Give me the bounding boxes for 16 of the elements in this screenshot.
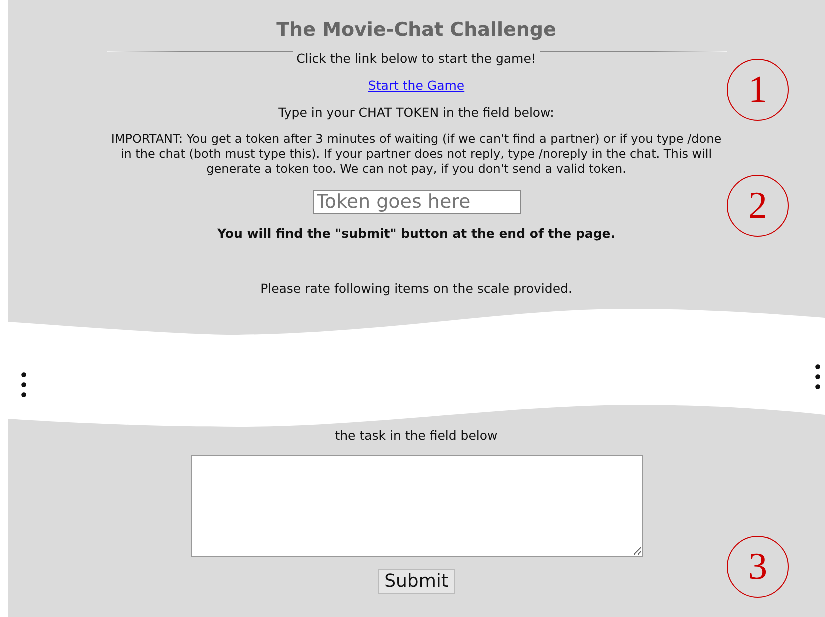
submit-button[interactable]: Submit (378, 569, 456, 594)
submit-note: You will find the "submit" button at the end of the page. (217, 226, 616, 241)
rating-instruction: Please rate following items on the scale provided. (260, 281, 572, 296)
important-notice: IMPORTANT: You get a token after 3 minutes of waiting (if we can't find a partner) or if you type /done in the chat (both must type this). If your partner does not reply, type /noreply in the chat. This will generate a token too. We can not pay, if you don't send a valid token. (110, 132, 723, 177)
feedback-text-area[interactable] (190, 455, 642, 557)
vertical-ellipsis-icon (815, 364, 821, 390)
intro-text: Click the link below to start the game! (296, 52, 536, 66)
feedback-instruction: the task in the field below (335, 428, 498, 443)
token-instruction: Type in your CHAT TOKEN in the field below: (278, 105, 554, 120)
vertical-ellipsis-icon (21, 372, 27, 398)
number-annotation: 2 (727, 175, 789, 237)
start-game-link[interactable]: Start the Game (368, 78, 465, 93)
token-input-field[interactable]: Token goes here (312, 190, 520, 214)
number-annotation: 1 (727, 59, 789, 121)
number-annotation: 3 (727, 536, 789, 598)
page-title: The Movie-Chat Challenge (276, 18, 556, 42)
